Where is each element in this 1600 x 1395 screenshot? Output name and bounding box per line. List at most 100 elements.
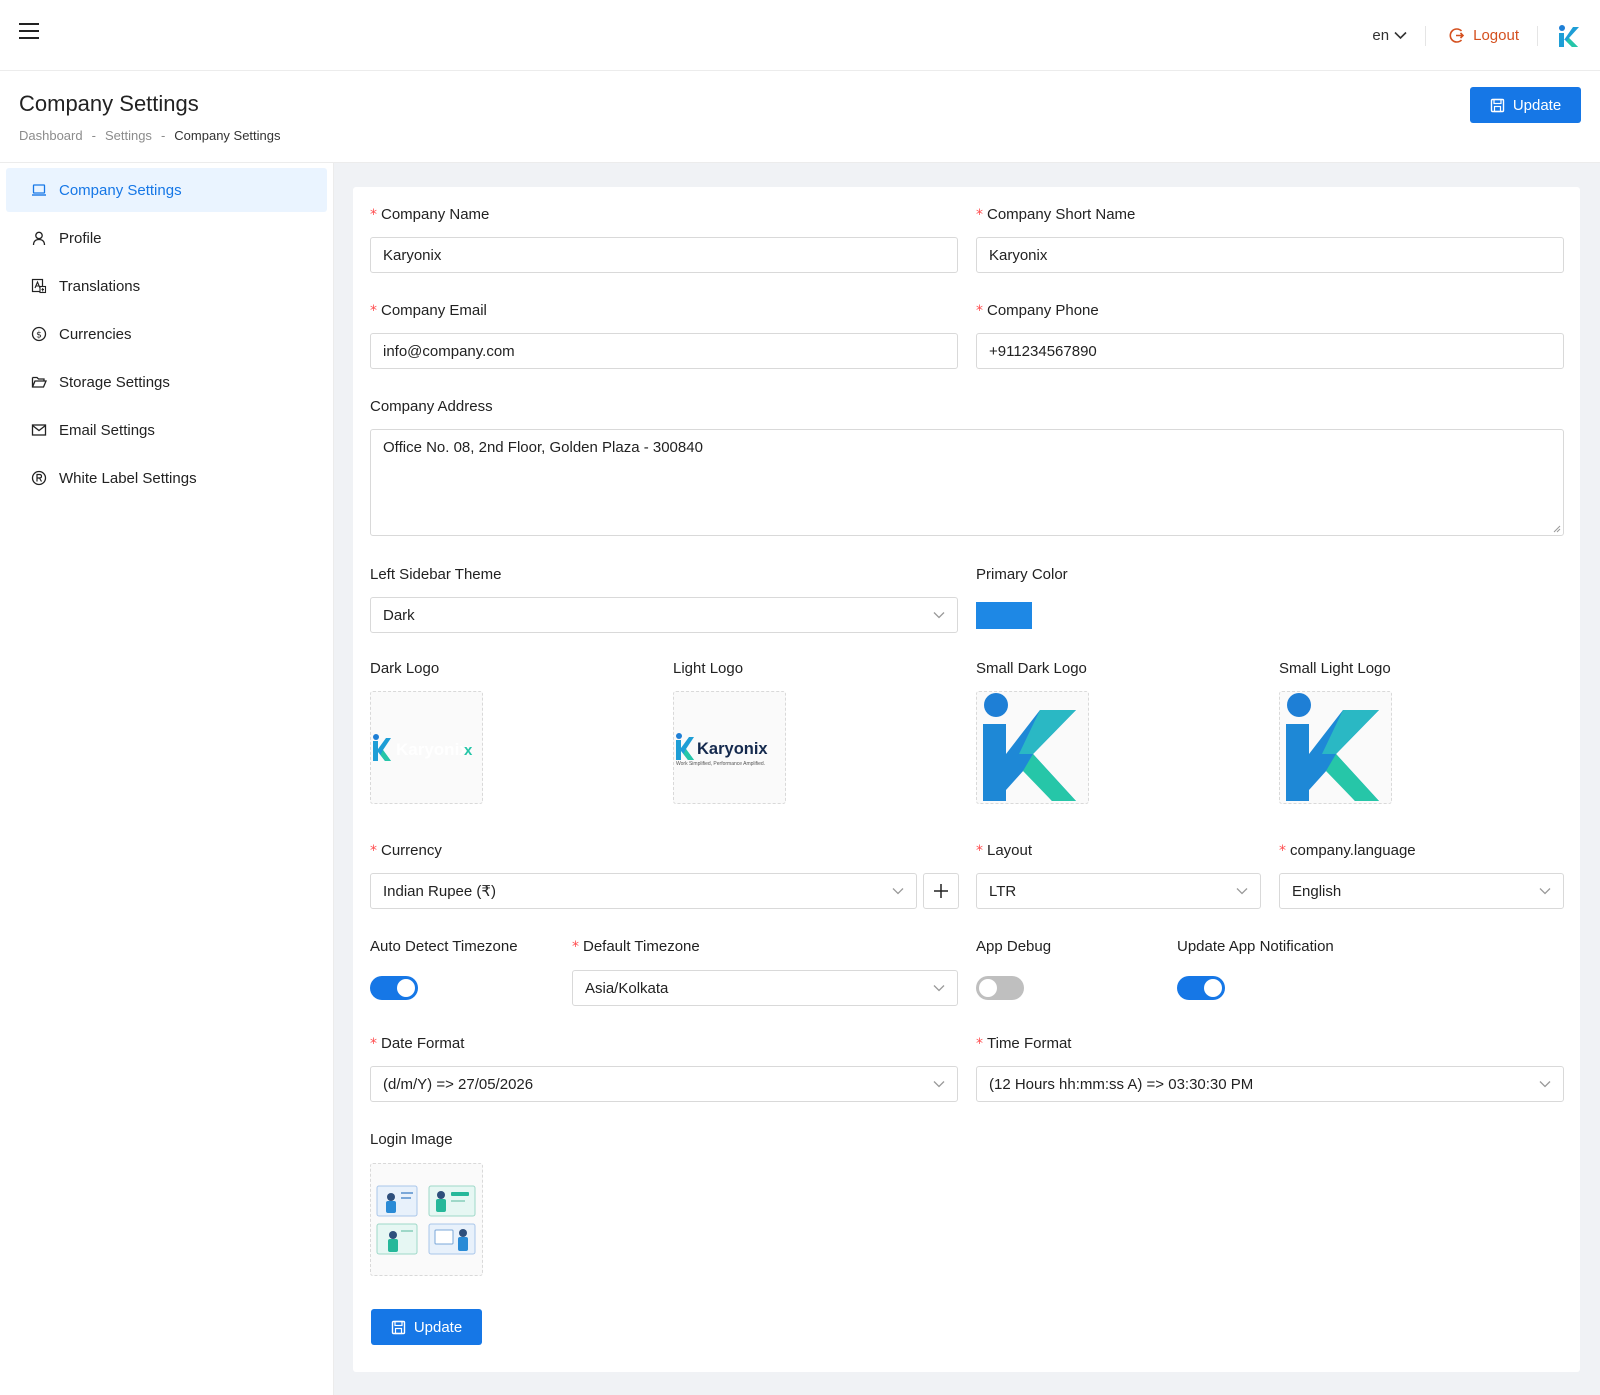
language-label: * company.language	[1279, 842, 1416, 859]
sidebar-item-storage-settings[interactable]: Storage Settings	[6, 360, 327, 404]
login-illustration-icon	[376, 1185, 476, 1255]
chevron-down-icon	[933, 612, 945, 619]
currency-label: * Currency	[370, 842, 442, 859]
login-image-label: Login Image	[370, 1131, 453, 1148]
menu-toggle-icon[interactable]	[19, 23, 39, 41]
chevron-down-icon	[933, 985, 945, 992]
company-short-name-label: * Company Short Name	[976, 206, 1136, 223]
small-light-logo-upload[interactable]	[1279, 691, 1392, 804]
company-phone-label: * Company Phone	[976, 302, 1099, 319]
sidebar-item-label: Storage Settings	[59, 373, 170, 391]
default-timezone-select[interactable]: Asia/Kolkata	[572, 970, 958, 1006]
update-app-notification-label: Update App Notification	[1177, 938, 1334, 955]
sidebar-item-translations[interactable]: Translations	[6, 264, 327, 308]
app-debug-toggle[interactable]	[976, 976, 1024, 1000]
chevron-down-icon	[933, 1081, 945, 1088]
add-currency-button[interactable]	[923, 873, 959, 909]
sidebar-item-company-settings[interactable]: Company Settings	[6, 168, 327, 212]
company-name-input[interactable]: Karyonix	[370, 237, 958, 273]
breadcrumb: Dashboard - Settings - Company Settings	[19, 128, 281, 143]
small-light-logo-label: Small Light Logo	[1279, 660, 1391, 677]
language-select[interactable]: English	[1279, 873, 1564, 909]
small-dark-logo-upload[interactable]	[976, 691, 1089, 804]
small-dark-logo-label: Small Dark Logo	[976, 660, 1087, 677]
sidebar-item-label: Translations	[59, 277, 141, 295]
settings-sidebar: Company Settings Profile Translations $ …	[0, 163, 334, 1395]
app-debug-label: App Debug	[976, 938, 1052, 955]
layout-label: * Layout	[976, 842, 1033, 859]
left-sidebar-theme-select[interactable]: Dark	[370, 597, 958, 633]
chevron-down-icon	[1394, 31, 1407, 40]
save-icon	[1490, 98, 1505, 112]
logout-button[interactable]: Logout	[1426, 27, 1537, 44]
light-logo-upload[interactable]: Karyonix Work Simplified, Performance Am…	[673, 691, 786, 804]
chevron-down-icon	[1539, 1081, 1551, 1088]
breadcrumb-dashboard[interactable]: Dashboard	[19, 128, 83, 143]
currency-select[interactable]: Indian Rupee (₹)	[370, 873, 917, 909]
dark-logo-label: Dark Logo	[370, 660, 440, 677]
sidebar-item-email-settings[interactable]: Email Settings	[6, 408, 327, 452]
translate-icon	[31, 278, 47, 294]
user-icon	[32, 231, 46, 246]
top-navbar: en Logout	[0, 0, 1600, 71]
chevron-down-icon	[1539, 888, 1551, 895]
svg-text:x: x	[464, 742, 473, 759]
company-email-label: * Company Email	[370, 302, 487, 319]
sidebar-item-white-label-settings[interactable]: White Label Settings	[6, 456, 327, 500]
auto-detect-timezone-toggle[interactable]	[370, 976, 418, 1000]
folder-open-icon	[31, 376, 47, 388]
logout-label: Logout	[1473, 27, 1519, 44]
karyonix-light-logo-icon: Karyonix Work Simplified, Performance Am…	[676, 732, 768, 767]
page-header: Company Settings Dashboard - Settings - …	[0, 71, 1600, 163]
form-update-button[interactable]: Update	[371, 1309, 482, 1345]
update-app-notification-toggle[interactable]	[1177, 976, 1225, 1000]
time-format-select[interactable]: (12 Hours hh:mm:ss A) => 03:30:30 PM	[976, 1066, 1564, 1102]
company-short-name-input[interactable]: Karyonix	[976, 237, 1564, 273]
sidebar-item-label: Profile	[59, 229, 102, 247]
sidebar-item-currencies[interactable]: $ Currencies	[6, 312, 327, 356]
chevron-down-icon	[1236, 888, 1248, 895]
top-right-actions: en Logout	[1354, 0, 1600, 71]
language-selector[interactable]: en	[1354, 27, 1425, 44]
company-settings-form: * Company Name Karyonix * Company Short Na…	[353, 187, 1580, 1372]
dollar-circle-icon: $	[31, 326, 47, 342]
svg-text:Work Simplified, Performance A: Work Simplified, Performance Amplified.	[676, 761, 765, 767]
svg-text:Karyonix: Karyonix	[396, 740, 469, 759]
layout-select[interactable]: LTR	[976, 873, 1261, 909]
default-timezone-label: * Default Timezone	[572, 938, 700, 955]
light-logo-label: Light Logo	[673, 660, 744, 677]
plus-icon	[934, 884, 948, 898]
update-label: Update	[1512, 96, 1562, 114]
primary-color-label: Primary Color	[976, 566, 1068, 583]
sidebar-item-label: Currencies	[59, 325, 132, 343]
breadcrumb-settings[interactable]: Settings	[105, 128, 152, 143]
company-address-textarea[interactable]: Office No. 08, 2nd Floor, Golden Plaza -…	[370, 429, 1564, 536]
breadcrumb-current: Company Settings	[174, 128, 281, 143]
sidebar-item-label: White Label Settings	[59, 469, 197, 487]
header-update-button[interactable]: Update	[1470, 87, 1581, 123]
date-format-select[interactable]: (d/m/Y) => 27/05/2026	[370, 1066, 958, 1102]
svg-text:$: $	[36, 331, 42, 341]
brand-logo-icon[interactable]	[1538, 24, 1600, 48]
sidebar-item-label: Email Settings	[59, 421, 155, 439]
mail-icon	[31, 424, 47, 436]
company-phone-input[interactable]: +911234567890	[976, 333, 1564, 369]
primary-color-picker[interactable]	[976, 602, 1032, 629]
svg-text:Karyonix: Karyonix	[697, 740, 768, 758]
resize-grip-icon[interactable]	[1553, 525, 1561, 533]
time-format-label: * Time Format	[976, 1035, 1072, 1052]
login-image-upload[interactable]	[370, 1163, 483, 1276]
save-icon	[391, 1320, 406, 1334]
karyonix-small-dark-logo-icon	[983, 693, 1076, 801]
dark-logo-upload[interactable]: Karyonix x	[370, 691, 483, 804]
chevron-down-icon	[892, 888, 904, 895]
logout-icon	[1449, 28, 1465, 43]
karyonix-small-light-logo-icon	[1286, 693, 1379, 801]
karyonix-dark-logo-icon: Karyonix x	[373, 733, 473, 761]
update-label: Update	[413, 1318, 463, 1336]
sidebar-item-label: Company Settings	[59, 181, 182, 199]
page-title: Company Settings	[19, 91, 199, 116]
company-address-label: Company Address	[370, 398, 493, 415]
sidebar-item-profile[interactable]: Profile	[6, 216, 327, 260]
company-email-input[interactable]: info@company.com	[370, 333, 958, 369]
